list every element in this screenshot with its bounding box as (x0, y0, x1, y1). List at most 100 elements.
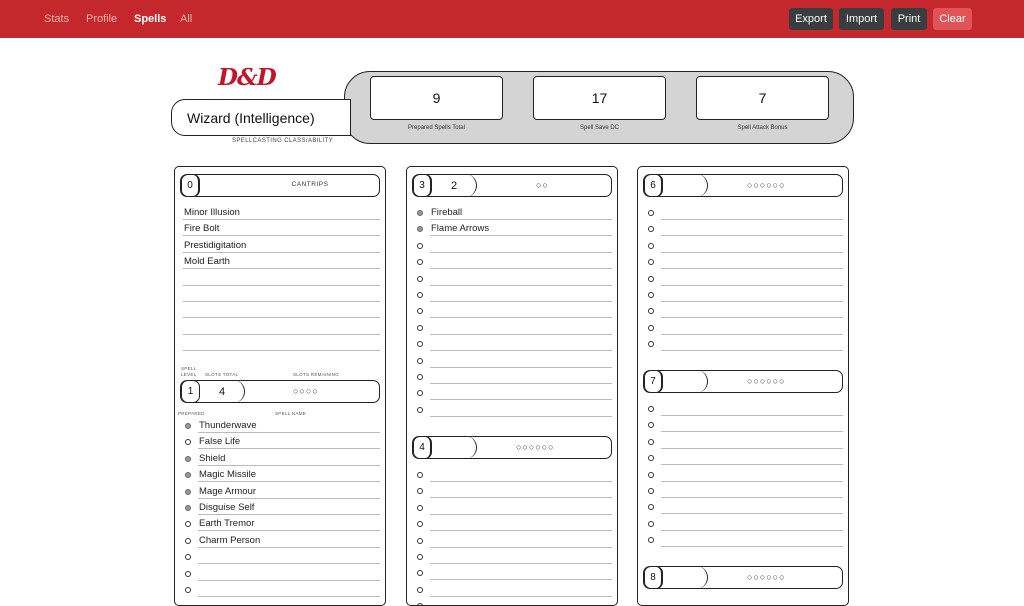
prepared-checkbox[interactable] (648, 455, 654, 462)
slots-total-field[interactable] (663, 566, 708, 589)
spellcasting-class-field[interactable]: Wizard (Intelligence) (171, 99, 351, 136)
spell-name-input[interactable] (430, 286, 612, 302)
slots-total-field[interactable] (432, 436, 477, 459)
prepared-checkbox[interactable] (417, 537, 423, 544)
nav-stats[interactable]: Stats (44, 13, 69, 25)
spell-save-dc-value[interactable]: 17 (533, 76, 666, 120)
prepared-checkbox[interactable] (185, 521, 191, 528)
prepared-checkbox[interactable] (417, 275, 423, 282)
spell-name-input[interactable] (661, 416, 843, 433)
spell-name-input[interactable] (661, 220, 843, 237)
prepared-checkbox[interactable] (648, 471, 654, 478)
spell-name-input[interactable] (661, 302, 843, 319)
spell-name-input[interactable] (430, 335, 612, 352)
nav-all[interactable]: All (180, 13, 192, 25)
spell-name-input[interactable] (661, 531, 843, 548)
prepared-checkbox[interactable] (417, 210, 423, 216)
spell-name-input[interactable] (430, 482, 612, 499)
spell-name-input[interactable] (430, 564, 612, 581)
slots-total-field[interactable] (663, 174, 708, 197)
print-button[interactable]: Print (891, 8, 927, 30)
slots-total-field[interactable] (663, 370, 708, 393)
spell-name-input[interactable] (661, 400, 843, 416)
slots-remaining-bubbles[interactable]: ○○ (536, 180, 549, 190)
spell-name-input[interactable] (430, 597, 612, 605)
slots-remaining-bubbles[interactable]: ○○○○ (293, 386, 319, 396)
prepared-checkbox[interactable] (417, 586, 423, 593)
prepared-checkbox[interactable] (648, 488, 654, 494)
prepared-checkbox[interactable] (417, 324, 423, 331)
spell-name-input[interactable] (661, 237, 843, 253)
prepared-checkbox[interactable] (648, 242, 654, 249)
prepared-checkbox[interactable] (185, 439, 191, 446)
prepared-checkbox[interactable] (185, 505, 191, 511)
prepared-checkbox[interactable] (417, 472, 423, 478)
spell-name-input[interactable] (430, 237, 612, 253)
spell-name-input[interactable] (430, 368, 612, 384)
prepared-checkbox[interactable] (648, 226, 654, 233)
spell-name-input[interactable] (198, 548, 380, 565)
prepared-checkbox[interactable] (648, 537, 654, 544)
spell-name-input[interactable] (661, 482, 843, 498)
spell-name-input[interactable] (430, 532, 612, 548)
prepared-checkbox[interactable] (417, 504, 423, 511)
spell-attack-bonus-value[interactable]: 7 (696, 76, 829, 120)
prepared-checkbox[interactable] (185, 570, 191, 577)
spell-name-input[interactable] (661, 319, 843, 335)
spell-name-input[interactable] (430, 270, 612, 286)
spell-name-input[interactable] (661, 449, 843, 466)
prepared-checkbox[interactable] (648, 406, 654, 412)
spell-name-input[interactable] (661, 335, 843, 352)
prepared-checkbox[interactable] (417, 292, 423, 298)
spell-name-input[interactable] (661, 253, 843, 270)
spell-name-input[interactable] (661, 204, 843, 220)
prepared-checkbox[interactable] (648, 438, 654, 445)
prepared-spells-value[interactable]: 9 (370, 76, 503, 120)
prepared-checkbox[interactable] (648, 324, 654, 331)
spell-name-input[interactable] (198, 581, 380, 597)
spell-name-input[interactable] (430, 515, 612, 532)
prepared-checkbox[interactable] (648, 210, 654, 216)
prepared-checkbox[interactable] (417, 521, 423, 528)
prepared-checkbox[interactable] (417, 259, 423, 266)
prepared-checkbox[interactable] (648, 422, 654, 429)
nav-profile[interactable]: Profile (86, 13, 117, 25)
prepared-checkbox[interactable] (417, 406, 423, 413)
spell-name-input[interactable] (183, 335, 380, 352)
spell-name-input[interactable] (430, 401, 612, 417)
spell-name-input[interactable] (661, 286, 843, 302)
prepared-checkbox[interactable] (185, 472, 191, 479)
spell-name-input[interactable] (430, 384, 612, 401)
spell-name-input[interactable] (430, 499, 612, 515)
spell-name-input[interactable] (430, 352, 612, 368)
spell-name-input[interactable] (430, 319, 612, 335)
spell-name-input[interactable] (430, 466, 612, 482)
spell-name-input[interactable] (661, 515, 843, 531)
spell-name-input[interactable] (183, 302, 380, 319)
spell-name-input[interactable] (661, 466, 843, 482)
slots-remaining-bubbles[interactable]: ○○○○○○ (747, 180, 786, 190)
spell-name-input[interactable] (661, 270, 843, 286)
spell-name-input[interactable] (183, 319, 380, 335)
import-button[interactable]: Import (839, 8, 884, 30)
prepared-checkbox[interactable] (185, 537, 191, 544)
spell-name-input[interactable] (430, 253, 612, 270)
spell-name-input[interactable] (183, 286, 380, 302)
prepared-checkbox[interactable] (417, 308, 423, 315)
prepared-checkbox[interactable] (417, 357, 423, 364)
prepared-checkbox[interactable] (417, 390, 423, 397)
slots-remaining-bubbles[interactable]: ○○○○○○ (516, 442, 555, 452)
spell-name-input[interactable] (661, 498, 843, 515)
spell-name-input[interactable] (198, 565, 380, 581)
prepared-checkbox[interactable] (648, 275, 654, 282)
prepared-checkbox[interactable] (417, 488, 423, 495)
nav-spells[interactable]: Spells (134, 13, 166, 25)
prepared-checkbox[interactable] (417, 341, 423, 348)
slots-remaining-bubbles[interactable]: ○○○○○○ (747, 376, 786, 386)
prepared-checkbox[interactable] (648, 292, 654, 298)
slots-total-field[interactable]: 4 (200, 380, 245, 403)
spell-name-input[interactable] (430, 302, 612, 319)
prepared-checkbox[interactable] (417, 242, 423, 249)
prepared-checkbox[interactable] (185, 488, 191, 495)
spell-name-input[interactable] (183, 270, 380, 286)
